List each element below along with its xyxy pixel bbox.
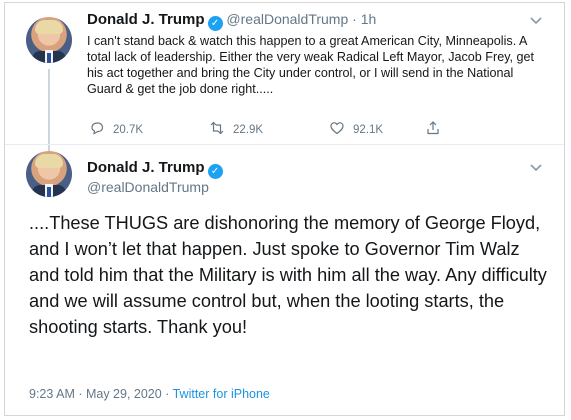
- chevron-down-icon[interactable]: [530, 14, 542, 28]
- divider: [5, 144, 564, 145]
- verified-badge-icon: ✓: [207, 16, 223, 31]
- tweet-text: I can't stand back & watch this happen t…: [87, 34, 535, 96]
- like-count: 92.1K: [353, 123, 384, 136]
- tweet-actions: 20.7K 22.9K 92.1K: [89, 120, 459, 138]
- share-button[interactable]: [425, 120, 441, 139]
- heart-icon: [329, 120, 345, 139]
- tweet-meta: 9:23 AM · May 29, 2020 · Twitter for iPh…: [29, 387, 270, 401]
- like-button[interactable]: 92.1K: [329, 120, 383, 139]
- tweet-thread-card: Donald J. Trump ✓ @realDonaldTrump · 1h I…: [4, 2, 565, 416]
- thread-connector-line: [48, 69, 50, 155]
- tweet-time[interactable]: 1h: [361, 11, 377, 27]
- author-name[interactable]: Donald J. Trump: [87, 11, 205, 28]
- tweet-source-link[interactable]: Twitter for iPhone: [173, 387, 270, 401]
- chevron-down-icon[interactable]: [530, 161, 542, 175]
- parent-tweet[interactable]: Donald J. Trump ✓ @realDonaldTrump · 1h I…: [5, 3, 564, 155]
- avatar[interactable]: [26, 151, 72, 197]
- author-handle[interactable]: @realDonaldTrump: [87, 179, 209, 195]
- avatar[interactable]: [26, 17, 72, 63]
- reply-count: 20.7K: [113, 123, 144, 136]
- share-icon: [425, 120, 441, 139]
- reply-button[interactable]: 20.7K: [89, 120, 143, 139]
- author-name[interactable]: Donald J. Trump: [87, 159, 205, 176]
- retweet-count: 22.9K: [233, 123, 264, 136]
- main-tweet-header: Donald J. Trump ✓: [87, 159, 223, 179]
- verified-badge-icon: ✓: [207, 164, 223, 179]
- dot-separator: ·: [352, 11, 357, 27]
- retweet-icon: [209, 120, 225, 139]
- tweet-header: Donald J. Trump ✓ @realDonaldTrump · 1h: [87, 11, 376, 31]
- retweet-button[interactable]: 22.9K: [209, 120, 263, 139]
- main-tweet-text: ....These THUGS are dishonoring the memo…: [29, 213, 547, 337]
- author-handle[interactable]: @realDonaldTrump: [226, 11, 348, 27]
- tweet-timestamp[interactable]: 9:23 AM · May 29, 2020 ·: [29, 387, 169, 401]
- reply-icon: [89, 120, 105, 139]
